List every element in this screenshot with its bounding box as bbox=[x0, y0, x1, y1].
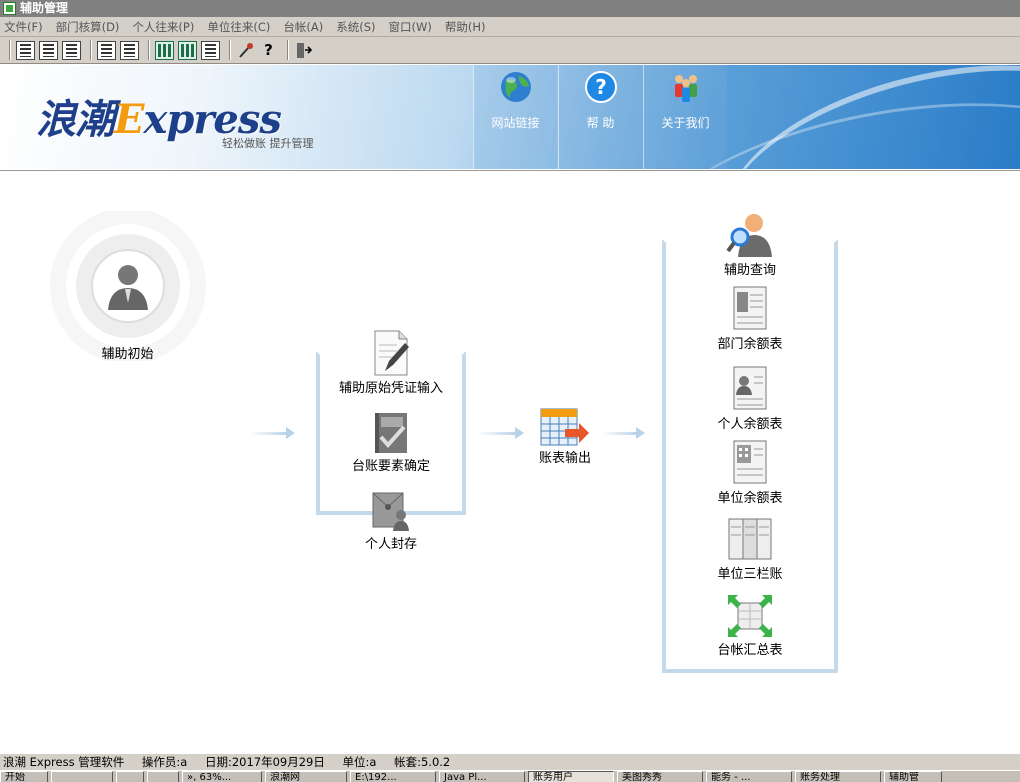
menu-dept-accounting[interactable]: 部门核算(D) bbox=[56, 19, 120, 35]
menu-unit-transactions[interactable]: 单位往来(C) bbox=[207, 19, 270, 35]
node-label: 单位余额表 bbox=[717, 491, 783, 506]
node-label: 辅助初始 bbox=[101, 347, 154, 362]
doc-grid2-icon[interactable] bbox=[62, 40, 81, 60]
person-balance-icon bbox=[733, 366, 767, 410]
node-label: 个人封存 bbox=[364, 537, 417, 552]
status-bar: 浪潮 Express 管理软件 操作员:a 日期:2017年09月29日 单位:… bbox=[0, 753, 1020, 770]
node-label: 个人余额表 bbox=[717, 417, 783, 432]
node-unit-balance[interactable]: 单位余额表 bbox=[690, 439, 810, 506]
menu-window[interactable]: 窗口(W) bbox=[388, 19, 431, 35]
node-dept-balance[interactable]: 部门余额表 bbox=[690, 285, 810, 352]
workflow-canvas: 辅助初始 辅助原始凭证输入 台账要素确定 个人封存 账表输出 辅助查询 部门余额… bbox=[0, 170, 1020, 753]
status-operator: 操作员:a bbox=[141, 755, 188, 769]
unit-balance-icon bbox=[733, 440, 767, 484]
doc-list-icon[interactable] bbox=[16, 40, 35, 60]
help-question-icon[interactable]: ? bbox=[259, 41, 278, 60]
status-software: 浪潮 Express 管理软件 bbox=[3, 755, 125, 769]
menu-file[interactable]: 文件(F) bbox=[4, 19, 43, 35]
summary-arrows-icon bbox=[728, 595, 772, 637]
menu-personal-transactions[interactable]: 个人往来(P) bbox=[132, 19, 194, 35]
user-icon bbox=[50, 211, 206, 361]
node-aux-voucher-input[interactable]: 辅助原始凭证输入 bbox=[316, 329, 466, 396]
person-seal-icon bbox=[372, 492, 409, 531]
three-column-icon bbox=[728, 518, 772, 560]
toolbar-separator bbox=[229, 40, 231, 60]
taskbar-item[interactable]: Java Pl... bbox=[439, 771, 525, 782]
menu-help[interactable]: 帮助(H) bbox=[445, 19, 486, 35]
svg-text:?: ? bbox=[595, 75, 607, 99]
taskbar-quicklaunch[interactable] bbox=[147, 771, 179, 782]
taskbar-item[interactable]: 美图秀秀 bbox=[617, 771, 703, 782]
flow-arrow bbox=[250, 427, 295, 439]
menu-system[interactable]: 系统(S) bbox=[336, 19, 375, 35]
app-icon bbox=[3, 2, 16, 15]
dept-balance-icon bbox=[733, 286, 767, 330]
nav-website-link[interactable]: 网站链接 bbox=[473, 65, 557, 169]
node-report-output[interactable]: 账表输出 bbox=[520, 407, 610, 466]
status-account-set: 帐套:5.0.2 bbox=[394, 755, 451, 769]
green-grid-icon[interactable] bbox=[155, 40, 174, 60]
node-aux-query[interactable]: 辅助查询 bbox=[690, 211, 810, 278]
nav-about-us[interactable]: 关于我们 bbox=[643, 65, 727, 169]
people-icon bbox=[675, 75, 697, 102]
document-pen-icon bbox=[374, 330, 409, 376]
table-icon[interactable] bbox=[201, 40, 220, 60]
node-unit-three-column[interactable]: 单位三栏账 bbox=[690, 517, 810, 582]
menubar: 文件(F) 部门核算(D) 个人往来(P) 单位往来(C) 台帐(A) 系统(S… bbox=[0, 17, 1020, 37]
node-personal-balance[interactable]: 个人余额表 bbox=[690, 365, 810, 432]
start-button[interactable]: 开始 bbox=[0, 771, 48, 782]
node-ledger-summary[interactable]: 台帐汇总表 bbox=[690, 593, 810, 658]
help-icon: ? bbox=[585, 71, 617, 103]
globe-icon bbox=[501, 72, 531, 102]
status-unit: 单位:a bbox=[342, 755, 377, 769]
menu-ledger[interactable]: 台帐(A) bbox=[283, 19, 323, 35]
flow-arrow bbox=[478, 427, 524, 439]
node-aux-init[interactable]: 辅助初始 bbox=[45, 211, 210, 362]
window-titlebar[interactable]: 辅助管理 bbox=[0, 0, 1020, 17]
node-label: 部门余额表 bbox=[717, 337, 783, 352]
taskbar-item[interactable]: E:\192... bbox=[350, 771, 436, 782]
taskbar-quicklaunch[interactable] bbox=[51, 771, 113, 782]
exit-icon[interactable] bbox=[294, 41, 313, 60]
toolbar-separator bbox=[148, 40, 150, 60]
flow-arrow bbox=[602, 427, 645, 439]
taskbar-item[interactable]: 浪潮网 bbox=[265, 771, 347, 782]
node-ledger-elements[interactable]: 台账要素确定 bbox=[316, 411, 466, 474]
taskbar-item[interactable]: 辅助管 bbox=[884, 771, 942, 782]
status-date: 日期:2017年09月29日 bbox=[204, 755, 325, 769]
toolbar-separator bbox=[287, 40, 289, 60]
nav-help[interactable]: ? 帮 助 bbox=[558, 65, 642, 169]
node-personal-seal[interactable]: 个人封存 bbox=[316, 489, 466, 552]
window-title: 辅助管理 bbox=[20, 1, 69, 15]
header-banner: 浪潮Express 轻松做账 提升管理 网站链接 ? 帮 助 关于我们 bbox=[0, 65, 1020, 169]
taskbar-quicklaunch[interactable] bbox=[116, 771, 144, 782]
wand-icon[interactable] bbox=[236, 41, 255, 60]
taskbar-item[interactable]: », 63%... bbox=[182, 771, 262, 782]
node-label: 辅助原始凭证输入 bbox=[338, 381, 443, 396]
node-label: 账表输出 bbox=[538, 451, 591, 466]
toolbar-separator bbox=[9, 40, 11, 60]
doc-list2-icon[interactable] bbox=[97, 40, 116, 60]
node-label: 辅助查询 bbox=[723, 263, 776, 278]
brand-slogan: 轻松做账 提升管理 bbox=[222, 137, 314, 150]
green-grid2-icon[interactable] bbox=[178, 40, 197, 60]
toolbar: ? bbox=[0, 37, 1020, 64]
node-label: 台帐汇总表 bbox=[717, 643, 783, 658]
toolbar-separator bbox=[90, 40, 92, 60]
os-taskbar: 开始 », 63%... 浪潮网 E:\192... Java Pl... 账务… bbox=[0, 770, 1020, 782]
taskbar-item[interactable]: 能务 - ... bbox=[706, 771, 792, 782]
taskbar-item[interactable]: 账务处理 bbox=[795, 771, 881, 782]
taskbar-item-active[interactable]: 账务用户 bbox=[528, 771, 614, 782]
calendar-arrow-icon bbox=[540, 408, 589, 446]
user-search-icon bbox=[726, 214, 772, 257]
doc-grid3-icon[interactable] bbox=[120, 40, 139, 60]
doc-grid-icon[interactable] bbox=[39, 40, 58, 60]
book-check-icon bbox=[375, 413, 407, 453]
node-label: 单位三栏账 bbox=[717, 567, 783, 582]
node-label: 台账要素确定 bbox=[351, 459, 430, 474]
